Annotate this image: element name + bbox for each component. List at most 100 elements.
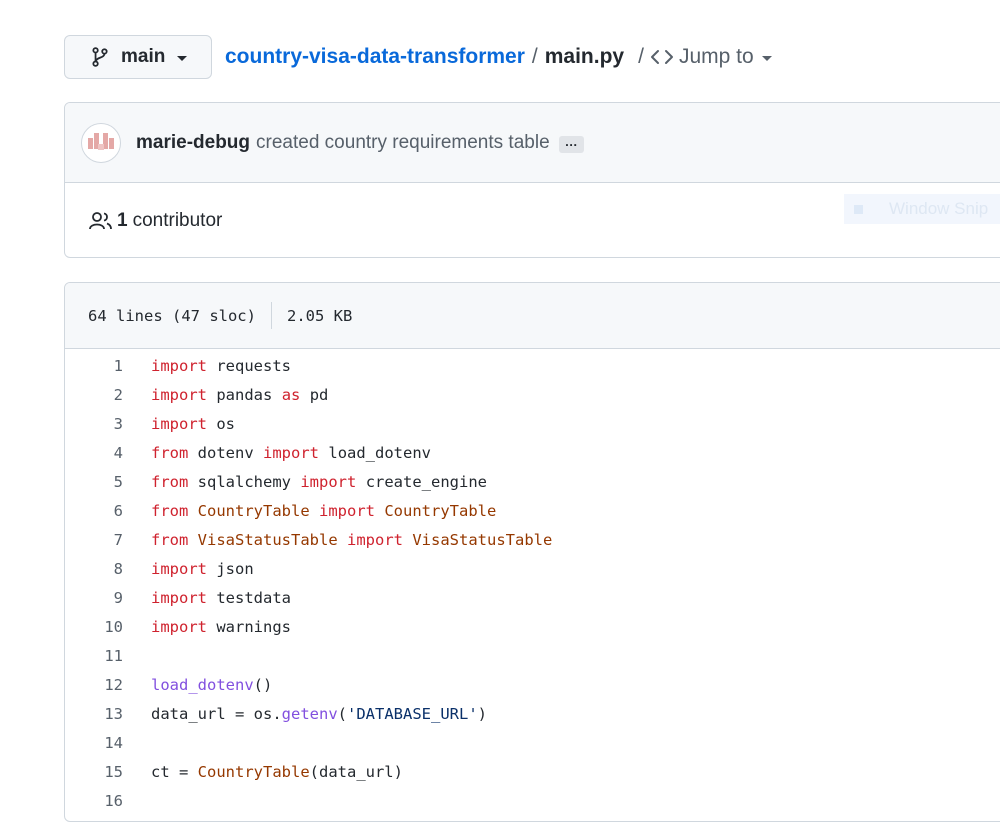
- code-token: load_dotenv: [328, 443, 432, 462]
- breadcrumb-separator: /: [531, 45, 538, 68]
- code-token: from: [151, 501, 189, 520]
- code-line: 15 ct = CountryTable(data_url): [65, 757, 1000, 786]
- commit-header: marie-debug created country requirements…: [65, 103, 1000, 183]
- code-line: 1 import requests: [65, 351, 1000, 380]
- branch-name: main: [121, 46, 166, 67]
- line-number[interactable]: 3: [65, 415, 123, 433]
- line-number[interactable]: 7: [65, 531, 123, 549]
- latest-commit-box: marie-debug created country requirements…: [64, 102, 1000, 258]
- code-token: sqlalchemy: [197, 472, 291, 491]
- line-content: import pandas as pd: [151, 386, 328, 404]
- line-content: from VisaStatusTable import VisaStatusTa…: [151, 531, 552, 549]
- line-number[interactable]: 15: [65, 763, 123, 781]
- code-line: 16: [65, 786, 1000, 815]
- code-line: 13 data_url = os.getenv('DATABASE_URL'): [65, 699, 1000, 728]
- line-content: import requests: [151, 357, 291, 375]
- code-token: from: [151, 530, 189, 549]
- code-token: VisaStatusTable: [412, 530, 553, 549]
- breadcrumb: country-visa-data-transformer / main.py …: [225, 45, 772, 69]
- code-token: import: [347, 530, 403, 549]
- code-token: import: [151, 617, 207, 636]
- line-content: import json: [151, 560, 254, 578]
- file-info-header: 64 lines (47 sloc) 2.05 KB: [65, 283, 1000, 349]
- expand-commit-button[interactable]: …: [558, 135, 584, 153]
- code-token: import: [151, 356, 207, 375]
- code-token: (data_url): [309, 762, 403, 781]
- line-number[interactable]: 14: [65, 734, 123, 752]
- code-view: 1 import requests 2 import pandas as pd 3 imp…: [65, 349, 1000, 815]
- jump-to-dropdown[interactable]: Jump to: [650, 45, 772, 69]
- line-number[interactable]: 5: [65, 473, 123, 491]
- line-number[interactable]: 13: [65, 705, 123, 723]
- code-token: requests: [216, 356, 291, 375]
- line-number[interactable]: 16: [65, 792, 123, 810]
- code-token: import: [263, 443, 320, 462]
- code-token: CountryTable: [197, 501, 310, 520]
- chevron-down-icon: [177, 56, 188, 61]
- code-token: from: [151, 443, 189, 462]
- line-content: import os: [151, 415, 235, 433]
- line-number[interactable]: 6: [65, 502, 123, 520]
- code-token: json: [216, 559, 254, 578]
- code-line: 9 import testdata: [65, 583, 1000, 612]
- line-content: import testdata: [151, 589, 291, 607]
- code-token: dotenv: [197, 443, 254, 462]
- code-token: import: [151, 588, 207, 607]
- code-token: ct =: [151, 762, 198, 781]
- file-viewer: 64 lines (47 sloc) 2.05 KB 1 import reque…: [64, 282, 1000, 822]
- code-token: import: [151, 559, 207, 578]
- code-icon: [650, 50, 673, 64]
- code-line: 3 import os: [65, 409, 1000, 438]
- code-line: 8 import json: [65, 554, 1000, 583]
- line-number[interactable]: 11: [65, 647, 123, 665]
- divider: [270, 302, 272, 329]
- code-token: create_engine: [365, 472, 488, 491]
- contributors-row[interactable]: 1 contributor Window Snip: [65, 183, 1000, 257]
- contributor-label: contributor: [132, 210, 223, 231]
- code-token: VisaStatusTable: [197, 530, 338, 549]
- line-content: from dotenv import load_dotenv: [151, 444, 431, 462]
- line-number[interactable]: 9: [65, 589, 123, 607]
- code-line: 10 import warnings: [65, 612, 1000, 641]
- line-number[interactable]: 8: [65, 560, 123, 578]
- commit-message-link[interactable]: created country requirements table: [256, 132, 550, 154]
- line-number[interactable]: 1: [65, 357, 123, 375]
- code-line: 4 from dotenv import load_dotenv: [65, 438, 1000, 467]
- code-token: pandas: [216, 385, 273, 404]
- code-token: import: [151, 414, 207, 433]
- code-token: CountryTable: [197, 762, 310, 781]
- line-content: ct = CountryTable(data_url): [151, 763, 403, 781]
- code-line: 12 load_dotenv(): [65, 670, 1000, 699]
- code-token: import: [319, 501, 375, 520]
- identicon-icon: [88, 132, 114, 150]
- repo-link[interactable]: country-visa-data-transformer: [225, 45, 525, 69]
- code-line: 6 from CountryTable import CountryTable: [65, 496, 1000, 525]
- line-content: data_url = os.getenv('DATABASE_URL'): [151, 705, 487, 723]
- code-token: import: [300, 472, 357, 491]
- line-number[interactable]: 4: [65, 444, 123, 462]
- branch-selector-button[interactable]: main: [64, 35, 212, 79]
- code-line: 5 from sqlalchemy import create_engine: [65, 467, 1000, 496]
- line-number[interactable]: 2: [65, 386, 123, 404]
- commit-author-link[interactable]: marie-debug: [136, 132, 250, 154]
- jump-to-label: Jump to: [678, 45, 754, 68]
- line-content: import warnings: [151, 618, 291, 636]
- code-line: 11: [65, 641, 1000, 670]
- file-size: 2.05 KB: [286, 306, 353, 325]
- breadcrumb-separator: /: [638, 45, 644, 68]
- code-token: load_dotenv: [151, 675, 254, 694]
- code-token: os: [216, 414, 236, 433]
- code-token: (): [253, 675, 273, 694]
- line-number[interactable]: 12: [65, 676, 123, 694]
- code-token: testdata: [216, 588, 291, 607]
- file-navigation: main country-visa-data-transformer / mai…: [64, 33, 772, 81]
- code-line: 7 from VisaStatusTable import VisaStatusT…: [65, 525, 1000, 554]
- code-line: 2 import pandas as pd: [65, 380, 1000, 409]
- line-number[interactable]: 10: [65, 618, 123, 636]
- contributor-count: 1: [117, 210, 128, 231]
- code-token: pd: [309, 385, 329, 404]
- code-line: 14: [65, 728, 1000, 757]
- avatar[interactable]: [81, 122, 121, 163]
- code-token: warnings: [216, 617, 291, 636]
- code-token: (: [337, 704, 347, 723]
